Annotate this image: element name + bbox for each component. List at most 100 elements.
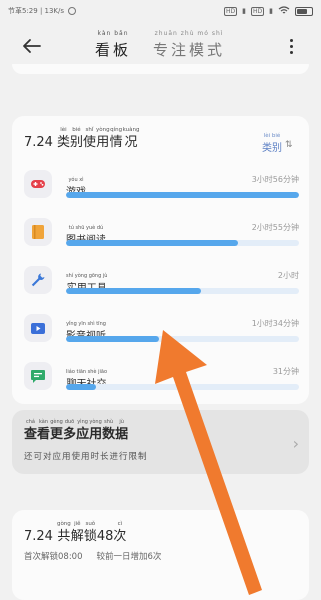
chat-icon [24, 362, 52, 390]
ruby-base: 查 [24, 427, 38, 442]
back-arrow-icon [23, 39, 41, 53]
app-usage-row[interactable]: shí yòng gōng jù实用工具2小时 [24, 262, 299, 306]
ruby-char: yòng 用 [89, 418, 102, 443]
unlock-title-chars: gòng 共 jiě 解 suǒ 锁 48 cì 次 [57, 520, 126, 545]
sort-icon: ⇅ [285, 139, 293, 150]
unlock-compare: 较前一日增加6次 [96, 552, 162, 562]
ruby-base: 用 [89, 427, 103, 442]
ruby-pinyin: cì [117, 521, 123, 527]
signal-icon-2: ▮ [269, 7, 273, 15]
app-category-pinyin: shí yòng gōng jù [66, 273, 108, 279]
ruby-base: 用 [96, 135, 110, 150]
ruby-char: bié 别 [70, 126, 83, 151]
more-data-card[interactable]: chá 查 kàn 看 gèng 更 duō 多 yìng 应 yòng 用 shù 数 jù 据 还可对应用… [12, 410, 309, 474]
video-icon [24, 314, 52, 342]
dot-icon [289, 44, 293, 48]
app-usage-time: 3小时56分钟 [251, 175, 299, 184]
app-category-pinyin: tú shū yuè dú [68, 225, 104, 231]
ruby-char: chá 查 [24, 418, 37, 443]
ruby-char: jiě 解 [71, 520, 84, 545]
app-category-pinyin: yóu xì [68, 177, 84, 183]
ruby-pinyin: yòng [89, 419, 102, 425]
ruby-char: kuàng 况 [123, 126, 140, 151]
chevron-right-icon: › [292, 434, 299, 453]
first-unlock-time: 首次解锁08:00 [24, 552, 83, 562]
wrench-icon [24, 266, 52, 294]
app-usage-time: 2小时 [277, 271, 299, 280]
ruby-pinyin: duō [64, 419, 75, 425]
category-link[interactable]: lèi bié 类别 ⇅ [262, 132, 293, 157]
category-usage-card: 7.24 lèi 类 bié 别 shǐ 使 yòng 用 qíng 情 kuàng 况 lèi bi… [12, 116, 309, 404]
tab-dashboard[interactable]: kàn bǎn 看板 [95, 30, 131, 60]
ruby-char: shù 数 [102, 418, 115, 443]
ruby-pinyin: lèi [60, 127, 67, 133]
ruby-char: lèi 类 [57, 126, 70, 151]
usage-bar-track [66, 384, 299, 390]
ruby-pinyin: shù [104, 419, 114, 425]
status-text: 节革5:29 | 13K/s [8, 7, 65, 15]
ruby-base: 次 [113, 529, 127, 544]
ruby-pinyin: bié [72, 127, 81, 133]
usage-bar-track [66, 240, 299, 246]
dot-icon [289, 50, 293, 54]
ruby-base: 应 [76, 427, 90, 442]
usage-title: 7.24 lèi 类 bié 别 shǐ 使 yòng 用 qíng 情 kuàng 况 [24, 126, 139, 151]
usage-date: 7.24 [24, 135, 53, 150]
ruby-base: 共 [57, 529, 71, 544]
ruby-pinyin: kàn [39, 419, 49, 425]
signal-icon: ▮ [242, 7, 246, 15]
book-icon [24, 218, 52, 246]
ruby-base: 类 [56, 135, 70, 150]
usage-bar-fill [66, 336, 160, 342]
ruby-pinyin: suǒ [85, 521, 96, 527]
app-usage-time: 1小时34分钟 [251, 319, 299, 328]
app-usage-time: 31分钟 [272, 367, 299, 376]
more-data-description: 还可对应用使用时长进行限制 [24, 452, 148, 462]
status-right: HD ▮ HD ▮ [224, 5, 313, 17]
app-usage-row[interactable]: tú shū yuè dú图书阅读2小时55分钟 [24, 214, 299, 258]
unlock-title: 7.24 gòng 共 jiě 解 suǒ 锁 48 cì 次 [24, 520, 126, 545]
more-options-button[interactable] [283, 34, 299, 58]
ruby-base: 更 [50, 427, 64, 442]
ruby-pinyin: chá [26, 419, 35, 425]
ruby-pinyin: shǐ [85, 127, 94, 133]
app-usage-row[interactable]: liáo tiān shè jiāo聊天社交31分钟 [24, 358, 299, 402]
usage-bar-track [66, 192, 299, 198]
tab-pinyin: zhuān zhù mó shì [154, 30, 224, 37]
ruby-base: 多 [63, 427, 77, 442]
unlock-details: 首次解锁08:00 较前一日增加6次 [24, 550, 161, 562]
tab-label: 专注模式 [153, 41, 226, 59]
dot-icon [289, 38, 293, 42]
tab-focus-mode[interactable]: zhuān zhù mó shì 专注模式 [153, 30, 225, 60]
ruby-pinyin: yòng [96, 127, 110, 133]
ruby-base: 数 [102, 427, 116, 442]
usage-bar-fill [66, 192, 299, 198]
ruby-base: 锁 [83, 529, 97, 544]
app-usage-row[interactable]: yóu xì游戏3小时56分钟 [24, 166, 299, 210]
ruby-char: jù 据 [115, 418, 128, 443]
back-button[interactable] [20, 34, 44, 58]
category-link-pinyin: lèi bié [263, 133, 281, 139]
ruby-pinyin: gòng [56, 521, 71, 527]
ruby-base: 使 [82, 135, 96, 150]
ruby-char: 48 [97, 520, 114, 545]
app-category-pinyin: liáo tiān shè jiāo [66, 369, 108, 375]
tab-label: 看板 [95, 41, 132, 59]
usage-title-chars: lèi 类 bié 别 shǐ 使 yòng 用 qíng 情 kuàng 况 [57, 126, 140, 151]
tab-pinyin: kàn bǎn [97, 30, 129, 37]
more-data-title: chá 查 kàn 看 gèng 更 duō 多 yìng 应 yòng 用 shù 数 jù 据 [24, 418, 128, 443]
app-usage-time: 2小时55分钟 [251, 223, 299, 232]
app-category-pinyin: yǐng yīn shì tīng [66, 321, 106, 327]
ruby-char: cì 次 [113, 520, 126, 545]
ruby-char: yòng 用 [96, 126, 110, 151]
usage-bar-fill [66, 384, 97, 390]
more-title-chars: chá 查 kàn 看 gèng 更 duō 多 yìng 应 yòng 用 shù 数 jù 据 [24, 418, 128, 443]
category-link-label: 类别 [262, 143, 282, 154]
ruby-char: kàn 看 [37, 418, 50, 443]
status-bar: 节革5:29 | 13K/s HD ▮ HD ▮ [0, 0, 321, 22]
usage-bar-track [66, 288, 299, 294]
hd-badge-2: HD [251, 6, 265, 16]
gamepad-icon [24, 170, 52, 198]
app-usage-row[interactable]: yǐng yīn shì tīng影音视听1小时34分钟 [24, 310, 299, 354]
category-link-text: lèi bié 类别 [262, 132, 282, 157]
